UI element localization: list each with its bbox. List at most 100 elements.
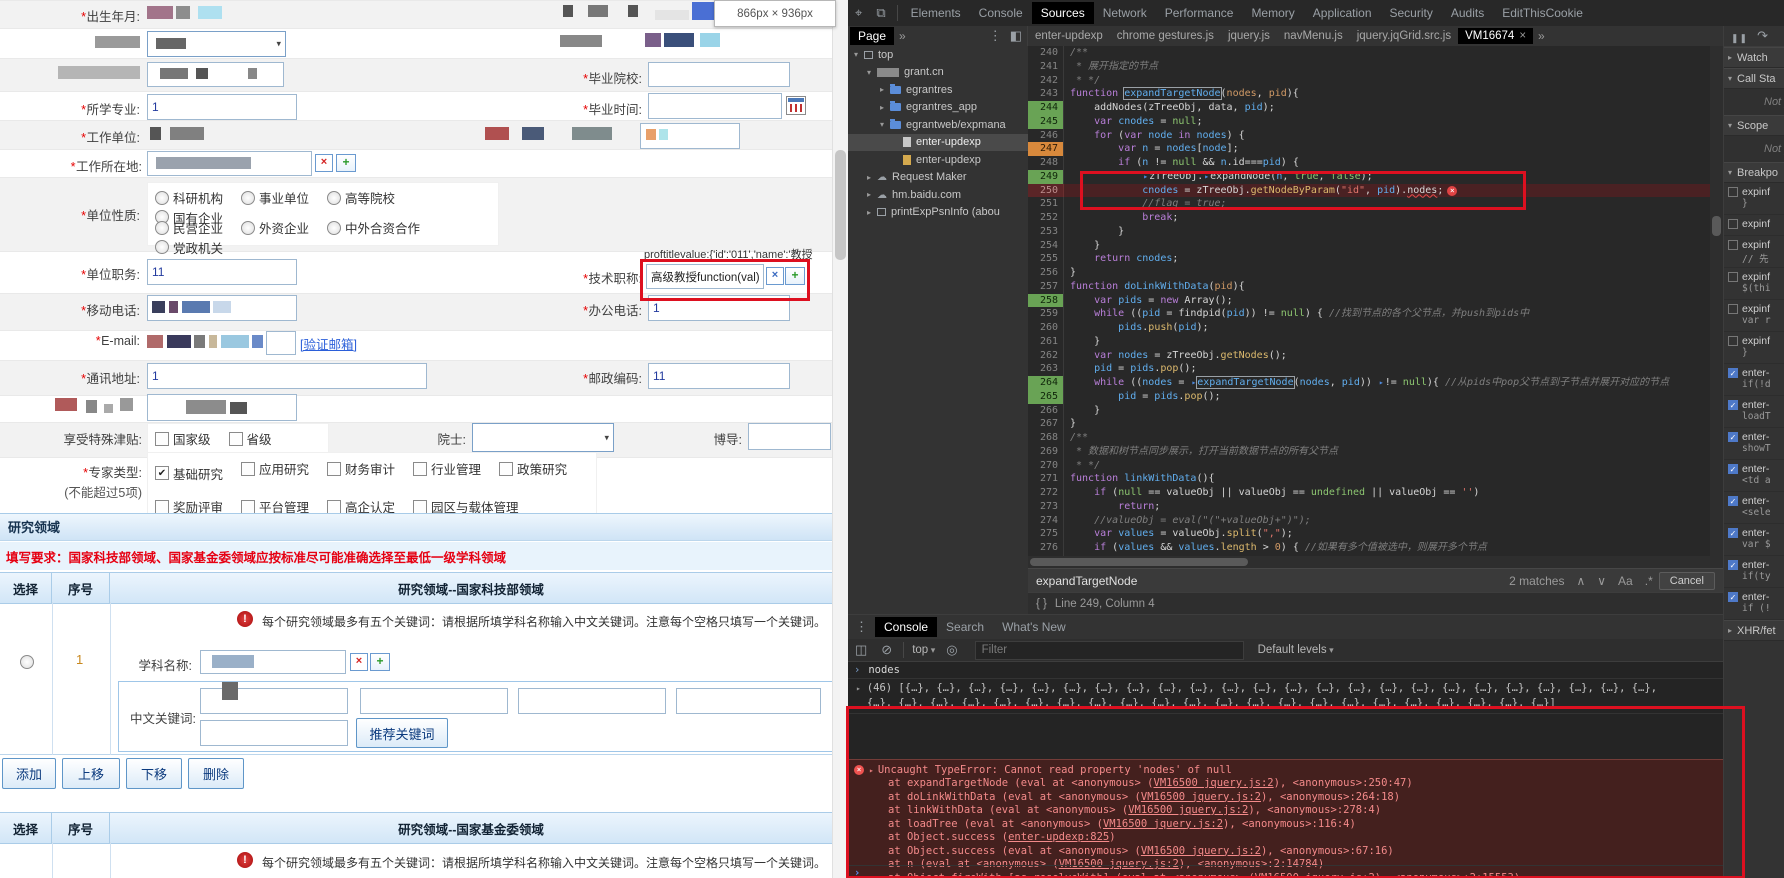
tree-item[interactable]: enter-updexp <box>848 151 1028 169</box>
tree-item[interactable]: ▸hm.baidu.com <box>848 186 1028 204</box>
recommend-keywords-button[interactable]: 推荐关键词 <box>356 718 448 748</box>
breakpoint-item[interactable]: enter-if(ty <box>1724 556 1784 588</box>
code-line[interactable]: 276 if (values && values.length > 0) { /… <box>1028 541 1723 555</box>
move-up-button[interactable]: 上移 <box>62 758 120 789</box>
radio-icon[interactable] <box>155 240 169 254</box>
gradtime-input[interactable] <box>648 93 782 119</box>
expander-icon[interactable]: ▾ <box>1728 74 1737 83</box>
expander-icon[interactable]: ▸ <box>867 208 877 217</box>
radio-option[interactable]: 外资企业 <box>241 218 309 237</box>
line-number[interactable]: 266 <box>1028 404 1064 418</box>
verify-email-link[interactable]: [验证邮箱] <box>300 334 357 353</box>
tech-title-input[interactable] <box>646 264 764 289</box>
call-stack-section[interactable]: ▾Call Sta <box>1724 68 1784 89</box>
scrollbar-thumb[interactable] <box>1712 216 1721 236</box>
console-sidebar-icon[interactable] <box>848 642 874 658</box>
line-number[interactable]: 272 <box>1028 486 1064 500</box>
search-query[interactable]: expandTargetNode <box>1028 574 1503 588</box>
zip-input[interactable] <box>648 363 790 389</box>
check-option[interactable]: 国家级 <box>155 429 211 448</box>
code-line[interactable]: 252 break; <box>1028 211 1723 225</box>
code-editor[interactable]: 240/**241 * 展开指定的节点242 * */243function e… <box>1028 46 1723 568</box>
radio-option[interactable]: 民营企业 <box>155 218 223 237</box>
check-option[interactable]: 应用研究 <box>241 459 309 478</box>
file-tab-jquery.js[interactable]: jquery.js <box>1221 28 1277 44</box>
radio-option[interactable]: 党政机关 <box>155 238 223 257</box>
code-line[interactable]: 243function expandTargetNode(nodes, pid)… <box>1028 87 1723 101</box>
line-number[interactable]: 275 <box>1028 527 1064 541</box>
line-number[interactable]: 251 <box>1028 197 1064 211</box>
checkbox-icon[interactable] <box>155 466 169 480</box>
line-number[interactable]: 260 <box>1028 321 1064 335</box>
line-number[interactable]: 263 <box>1028 362 1064 376</box>
console-result[interactable]: (46) [{…}, {…}, {…}, {…}, {…}, {…}, {…},… <box>848 679 1723 714</box>
radio-option[interactable]: 事业单位 <box>241 188 309 207</box>
checkbox-icon[interactable] <box>155 500 169 514</box>
code-line[interactable]: 273 return; <box>1028 500 1723 514</box>
code-line[interactable]: 260 pids.push(pid); <box>1028 321 1723 335</box>
line-number[interactable]: 268 <box>1028 431 1064 445</box>
breakpoint-checkbox[interactable] <box>1728 187 1738 197</box>
breakpoint-checkbox[interactable] <box>1728 592 1738 602</box>
pretty-print-icon[interactable] <box>1028 598 1055 610</box>
radio-icon[interactable] <box>241 221 255 235</box>
checkbox-icon[interactable] <box>155 432 169 446</box>
code-line[interactable]: 259 while ((pid = findpid(pid)) != null)… <box>1028 307 1723 321</box>
code-line[interactable]: 270 * */ <box>1028 459 1723 473</box>
next-match-icon[interactable] <box>1591 574 1612 588</box>
file-tab-jquery.jqGrid.src.js[interactable]: jquery.jqGrid.src.js <box>1350 28 1458 44</box>
code-line[interactable]: 263 pid = pids.pop(); <box>1028 362 1723 376</box>
file-tab-enter-updexp[interactable]: enter-updexp <box>1028 28 1110 44</box>
inspect-element-icon[interactable] <box>848 5 869 21</box>
previous-match-icon[interactable] <box>1570 574 1591 588</box>
execution-context-select[interactable]: top <box>908 644 939 656</box>
line-number[interactable]: 269 <box>1028 445 1064 459</box>
line-number[interactable]: 270 <box>1028 459 1064 473</box>
code-line[interactable]: 257function doLinkWithData(pid){ <box>1028 280 1723 294</box>
breakpoint-checkbox[interactable] <box>1728 272 1738 282</box>
office-phone-input[interactable] <box>648 295 790 321</box>
stack-link[interactable]: VM16500 jquery.js:2 <box>1141 791 1261 803</box>
radio-icon[interactable] <box>155 191 169 205</box>
console-error[interactable]: Uncaught TypeError: Cannot read property… <box>848 759 1723 878</box>
checkbox-icon[interactable] <box>241 500 255 514</box>
breakpoint-item[interactable]: expinf$(thi <box>1724 268 1784 300</box>
subject-clear-icon[interactable] <box>350 653 368 671</box>
check-option[interactable]: 政策研究 <box>499 459 567 478</box>
breakpoint-item[interactable]: expinf// 先 <box>1724 236 1784 268</box>
page-tab[interactable]: Page <box>850 27 894 45</box>
check-option[interactable]: 行业管理 <box>413 459 481 478</box>
checkbox-icon[interactable] <box>499 462 513 476</box>
line-number[interactable]: 247 <box>1028 142 1064 156</box>
tab-performance[interactable]: Performance <box>1156 2 1243 24</box>
watch-section[interactable]: ▸Watch <box>1724 47 1784 68</box>
line-number[interactable]: 259 <box>1028 307 1064 321</box>
tab-audits[interactable]: Audits <box>1442 2 1493 24</box>
close-icon[interactable] <box>1519 30 1526 42</box>
expand-error-icon[interactable] <box>869 766 874 775</box>
code-line[interactable]: 264 while ((nodes = ▸expandTargetNode(no… <box>1028 376 1723 390</box>
editor-vertical-scrollbar[interactable] <box>1710 46 1723 568</box>
code-line[interactable]: 266 } <box>1028 404 1723 418</box>
code-line[interactable]: 250 cnodes = zTreeObj.getNodeByParam("id… <box>1028 184 1723 198</box>
file-tab-VM16674[interactable]: VM16674 <box>1458 28 1533 44</box>
line-number[interactable]: 274 <box>1028 514 1064 528</box>
calendar-icon[interactable] <box>786 96 806 115</box>
breakpoint-item[interactable]: enter-var $ <box>1724 524 1784 556</box>
code-line[interactable]: 275 var values = valueObj.split(","); <box>1028 527 1723 541</box>
stack-link[interactable]: VM16500 jquery.js:2 <box>1128 804 1248 816</box>
line-number[interactable]: 258 <box>1028 294 1064 308</box>
breakpoint-checkbox[interactable] <box>1728 496 1738 506</box>
line-number[interactable]: 241 <box>1028 60 1064 74</box>
expand-result-icon[interactable] <box>854 681 867 711</box>
code-line[interactable]: 262 var nodes = zTreeObj.getNodes(); <box>1028 349 1723 363</box>
breakpoint-checkbox[interactable] <box>1728 464 1738 474</box>
tab-application[interactable]: Application <box>1304 2 1381 24</box>
console-command[interactable]: nodes <box>848 661 1723 679</box>
checkbox-icon[interactable] <box>229 432 243 446</box>
line-number[interactable]: 256 <box>1028 266 1064 280</box>
breakpoint-item[interactable]: enter-if(!d <box>1724 364 1784 396</box>
breakpoint-checkbox[interactable] <box>1728 336 1738 346</box>
email-input-fragment[interactable] <box>266 331 296 355</box>
stack-link[interactable]: VM16500 jquery.js:2 <box>1154 777 1274 789</box>
